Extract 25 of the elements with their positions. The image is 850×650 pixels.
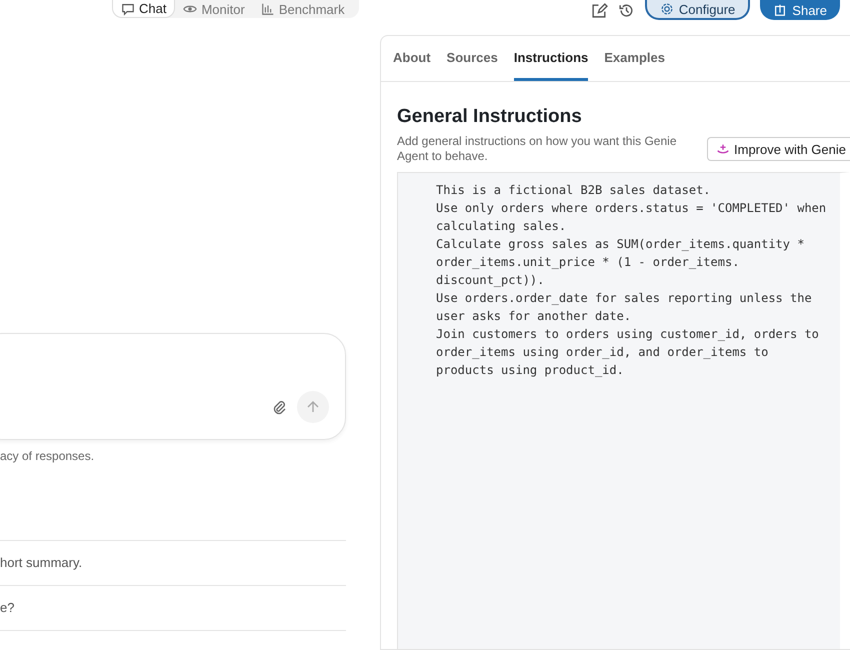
section-title: General Instructions: [397, 106, 583, 128]
gear-icon: [660, 2, 674, 16]
panel-tab[interactable]: Sources: [446, 36, 498, 81]
chat-input-box[interactable]: [0, 333, 346, 440]
history-icon[interactable]: [618, 2, 635, 18]
mode-tab[interactable]: Chat: [112, 0, 176, 18]
edit-icon[interactable]: [590, 2, 608, 18]
bar-chart-icon: [260, 2, 275, 16]
suggestion-item[interactable]: hort summary.: [0, 541, 346, 586]
section-description: Add general instructions on how you want this Genie Agent to behave.: [397, 134, 678, 164]
panel-tab[interactable]: About: [393, 36, 431, 81]
configure-button[interactable]: Configure: [644, 0, 750, 20]
mode-tab[interactable]: Monitor: [175, 0, 253, 18]
up-arrow-icon: [305, 399, 321, 415]
paperclip-icon[interactable]: [271, 399, 287, 415]
speech-bubble-icon: [121, 2, 135, 16]
disclaimer-text: acy of responses.: [0, 449, 96, 463]
panel-tab[interactable]: Examples: [604, 36, 665, 81]
mode-tab[interactable]: Benchmark: [252, 0, 353, 18]
share-button[interactable]: Share: [760, 0, 840, 20]
panel-tab[interactable]: Instructions: [514, 36, 588, 81]
instructions-field[interactable]: This is a fictional B2B sales dataset. Use only orders where orders.status = 'COMPLETED' when calculating sales. Calculate gross sales as SUM(order_items.quantity * order_items.unit_price * (1 - order_items. discount_pct)). Use orders.order_date for sales reporting unless the user asks for another date. Join customers to orders using customer_id, orders to order_items using order_id, and order_items to products using product_id.: [397, 172, 850, 649]
share-icon: [773, 3, 788, 17]
improve-button[interactable]: Improve with Genie: [707, 137, 850, 161]
suggestion-item[interactable]: e?: [0, 586, 346, 631]
